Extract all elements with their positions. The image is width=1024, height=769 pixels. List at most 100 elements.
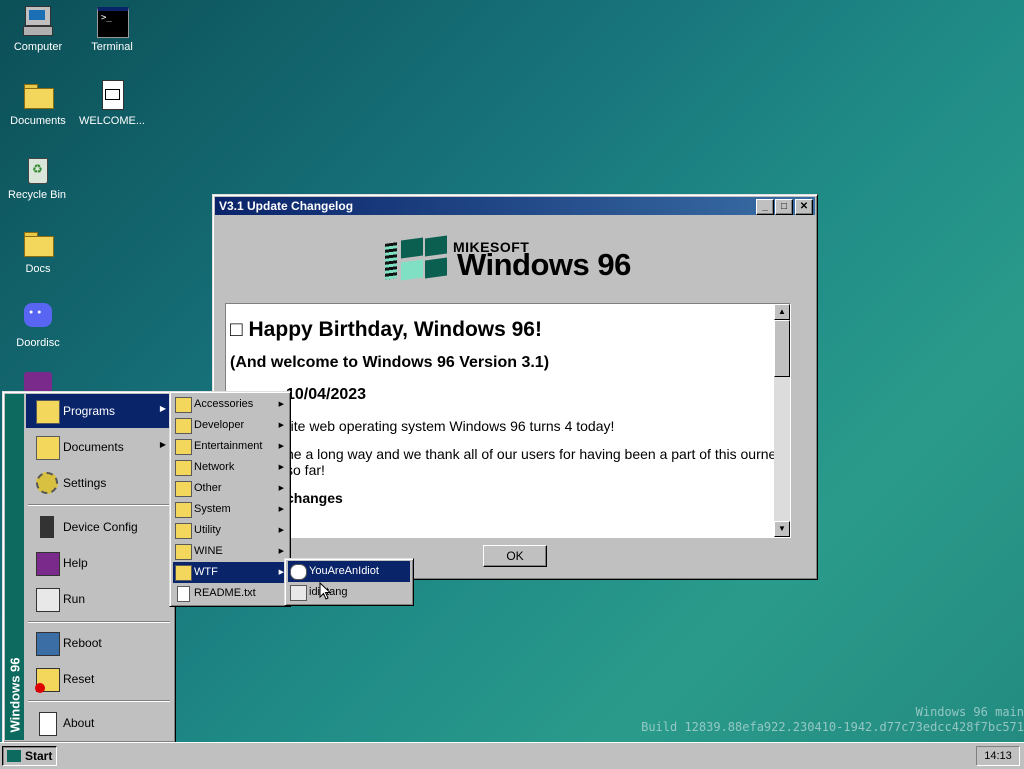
programs-item-readme[interactable]: README.txt (173, 583, 287, 604)
changelog-para1: rite web operating system Windows 96 tur… (286, 418, 615, 434)
terminal-icon (95, 4, 129, 38)
help-book-icon (36, 552, 60, 576)
maximize-button[interactable]: □ (775, 199, 793, 215)
programs-item-utility[interactable]: Utility ▶ (173, 520, 287, 541)
submenu-arrow-icon: ▶ (278, 401, 284, 408)
sidebar-brand: Windows 96 (7, 657, 23, 733)
submenu-label: Accessories (194, 398, 254, 410)
submenu-label: YouAreAnIdiot (309, 565, 379, 577)
start-item-about[interactable]: About (26, 706, 172, 740)
programs-item-developer[interactable]: Developer ▶ (173, 415, 287, 436)
menu-separator (28, 700, 170, 702)
app-icon (290, 585, 307, 601)
scroll-up-button[interactable]: ▲ (774, 304, 790, 320)
submenu-arrow-icon: ▶ (278, 443, 284, 450)
window-titlebar[interactable]: V3.1 Update Changelog _ □ ✕ (215, 197, 815, 215)
menu-label: About (63, 716, 95, 730)
start-item-run[interactable]: Run (26, 582, 172, 616)
system-tray-clock[interactable]: 14:13 (976, 746, 1020, 766)
start-logo-icon (7, 750, 21, 762)
submenu-arrow-icon: ▶ (278, 548, 284, 555)
programs-item-system[interactable]: System ▶ (173, 499, 287, 520)
logo-product: Windows 96 (457, 247, 631, 282)
windows-flag-icon (383, 235, 447, 285)
recycle-bin-icon (20, 152, 54, 186)
program-group-icon (175, 397, 192, 413)
menu-label: Help (63, 556, 88, 570)
vertical-scrollbar[interactable]: ▲ ▼ (774, 304, 790, 537)
markdown-doc-icon (95, 78, 129, 112)
scroll-down-button[interactable]: ▼ (774, 521, 790, 537)
submenu-arrow-icon: ▶ (278, 527, 284, 534)
desktop-icon-label: Docs (25, 263, 51, 275)
submenu-label: Utility (194, 524, 221, 536)
start-item-programs[interactable]: Programs ▶ (26, 394, 172, 428)
menu-separator (28, 504, 170, 506)
wtf-item-youareanidiot[interactable]: YouAreAnIdiot (288, 561, 410, 582)
start-item-help[interactable]: Help (26, 546, 172, 580)
changelog-content[interactable]: □ Happy Birthday, Windows 96! (And welco… (225, 303, 791, 538)
menu-label: Programs (63, 404, 116, 418)
start-menu-sidebar: Windows 96 (5, 394, 24, 740)
desktop-icon-welcome[interactable]: WELCOME... (75, 78, 149, 127)
program-group-icon (175, 439, 192, 455)
submenu-label: Developer (194, 419, 245, 431)
menu-label: Run (63, 592, 86, 606)
program-group-icon (175, 418, 192, 434)
changelog-section: changes (286, 490, 343, 506)
scroll-thumb[interactable] (774, 320, 790, 377)
programs-item-accessories[interactable]: Accessories ▶ (173, 394, 287, 415)
programs-item-entertainment[interactable]: Entertainment ▶ (173, 436, 287, 457)
programs-item-wtf[interactable]: WTF ▶ (173, 562, 287, 583)
desktop-icon-documents[interactable]: Documents (1, 78, 75, 127)
changelog-date: 10/04/2023 (286, 386, 367, 403)
desktop-icon-terminal[interactable]: Terminal (75, 4, 149, 53)
taskbar: Start 14:13 (0, 742, 1024, 769)
mouse-cursor-icon (319, 582, 331, 600)
desktop-icon-label: Terminal (91, 41, 133, 53)
programs-folder-icon (36, 400, 60, 424)
start-label: Start (25, 749, 53, 763)
window-title: V3.1 Update Changelog (219, 199, 354, 213)
submenu-label: Entertainment (194, 440, 263, 452)
start-item-settings[interactable]: Settings (26, 466, 172, 500)
programs-item-network[interactable]: Network ▶ (173, 457, 287, 478)
partial-desktop-icon[interactable] (24, 372, 52, 392)
program-group-icon (175, 502, 192, 518)
watermark-line1: Windows 96 main (915, 705, 1024, 719)
start-item-documents[interactable]: Documents ▶ (26, 430, 172, 464)
submenu-label: Other (194, 482, 222, 494)
build-watermark: Windows 96 main Build 12839.88efa922.230… (641, 705, 1024, 735)
programs-item-other[interactable]: Other ▶ (173, 478, 287, 499)
desktop-icon-recycle-bin[interactable]: Recycle Bin (0, 152, 74, 201)
start-item-device-config[interactable]: Device Config (26, 510, 172, 544)
start-menu: Windows 96 Programs ▶ Documents ▶ Settin… (2, 391, 176, 743)
computer-icon (21, 4, 55, 38)
start-item-reset[interactable]: Reset (26, 662, 172, 696)
desktop-icon-label: WELCOME... (78, 115, 145, 127)
submenu-label: System (194, 503, 231, 515)
submenu-label: WTF (194, 566, 218, 578)
programs-item-wine[interactable]: WINE ▶ (173, 541, 287, 562)
wtf-item-idiotang[interactable]: idiotang (288, 582, 410, 603)
ok-button[interactable]: OK (483, 545, 547, 567)
wtf-submenu: YouAreAnIdiot idiotang (284, 558, 414, 606)
start-button[interactable]: Start (2, 746, 57, 766)
close-button[interactable]: ✕ (795, 199, 813, 215)
submenu-label: WINE (194, 545, 223, 557)
desktop-icon-computer[interactable]: Computer (1, 4, 75, 53)
programs-submenu: Accessories ▶ Developer ▶ Entertainment ▶ N… (169, 391, 291, 607)
submenu-arrow-icon: ▶ (278, 506, 284, 513)
desktop-icon-doordisc[interactable]: Doordisc (1, 300, 75, 349)
menu-separator (28, 621, 170, 623)
settings-gear-icon (36, 472, 58, 494)
menu-label: Settings (63, 476, 107, 490)
desktop-icon-docs[interactable]: Docs (1, 226, 75, 275)
desktop-icon-label: Documents (10, 115, 66, 127)
device-icon (40, 516, 54, 538)
minimize-button[interactable]: _ (756, 199, 774, 215)
menu-label: Device Config (63, 520, 138, 534)
watermark-line2: Build 12839.88efa922.230410-1942.d77c73e… (641, 720, 1024, 734)
discord-icon (21, 300, 55, 334)
start-item-reboot[interactable]: Reboot (26, 626, 172, 660)
